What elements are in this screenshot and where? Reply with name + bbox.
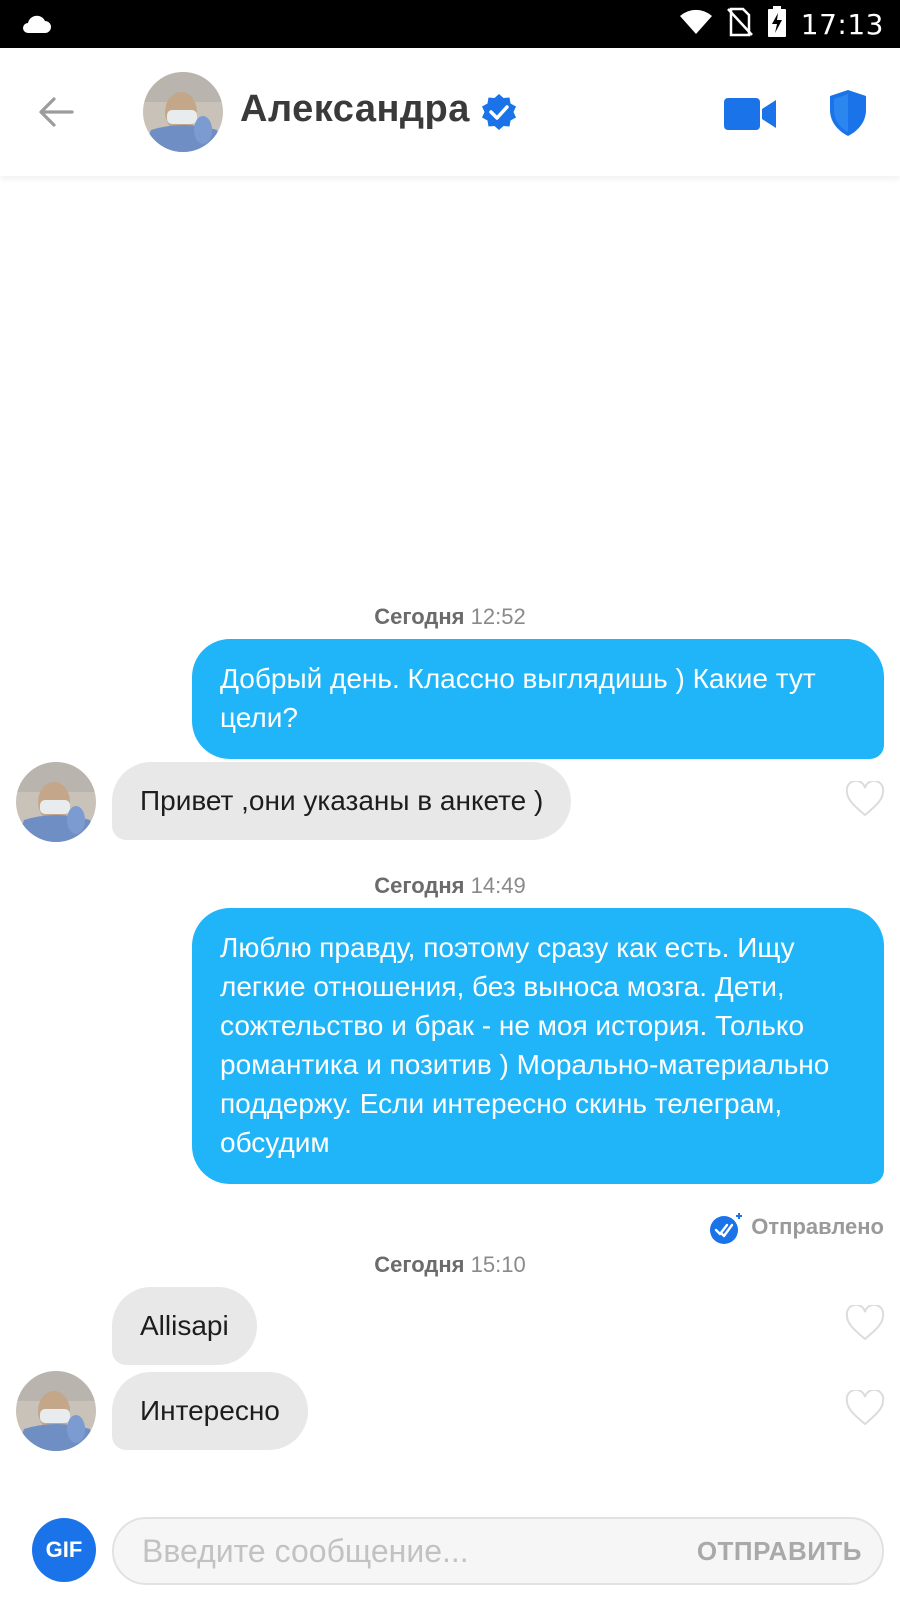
- incoming-message[interactable]: Allisapi: [112, 1287, 257, 1365]
- incoming-message[interactable]: Интересно: [112, 1372, 308, 1450]
- outgoing-message[interactable]: Люблю правду, поэтому сразу как есть. Ищ…: [192, 908, 884, 1184]
- contact-avatar[interactable]: [143, 72, 223, 152]
- video-call-button[interactable]: [722, 92, 778, 136]
- read-receipt-icon: [709, 1212, 743, 1244]
- gif-button[interactable]: GIF: [32, 1518, 96, 1582]
- battery-charging-icon: [767, 5, 787, 43]
- safety-button[interactable]: [826, 88, 870, 138]
- incoming-message[interactable]: Привет ,они указаны в анкете ): [112, 762, 572, 840]
- back-arrow-icon: [39, 97, 74, 127]
- like-heart-icon[interactable]: [845, 781, 885, 817]
- message-composer: ОТПРАВИТЬ: [112, 1517, 884, 1585]
- like-heart-icon[interactable]: [845, 1390, 885, 1426]
- verified-badge-icon: [482, 94, 516, 130]
- like-heart-icon[interactable]: [845, 1305, 885, 1341]
- message-avatar[interactable]: [16, 1371, 96, 1451]
- back-button[interactable]: [34, 90, 78, 134]
- outgoing-message[interactable]: Добрый день. Классно выглядишь ) Какие т…: [192, 639, 884, 759]
- contact-name[interactable]: Александра: [240, 88, 470, 131]
- message-timestamp: Сегодня 12:52: [374, 604, 526, 629]
- message-timestamp: Сегодня 15:10: [374, 1252, 526, 1277]
- message-sent-status: Отправлено: [709, 1212, 884, 1244]
- cloud-icon: [20, 12, 52, 39]
- shield-icon: [830, 90, 866, 136]
- message-input[interactable]: [142, 1519, 682, 1583]
- chat-header: Александра: [0, 48, 900, 176]
- video-call-icon: [724, 98, 776, 130]
- status-time: 17:13: [800, 7, 884, 41]
- message-avatar[interactable]: [16, 762, 96, 842]
- message-timestamp: Сегодня 14:49: [374, 873, 526, 898]
- status-bar: 17:13: [0, 0, 900, 48]
- sent-status-label: Отправлено: [751, 1214, 884, 1239]
- wifi-icon: [679, 9, 713, 40]
- no-sim-icon: [726, 7, 753, 42]
- send-button[interactable]: ОТПРАВИТЬ: [697, 1519, 862, 1583]
